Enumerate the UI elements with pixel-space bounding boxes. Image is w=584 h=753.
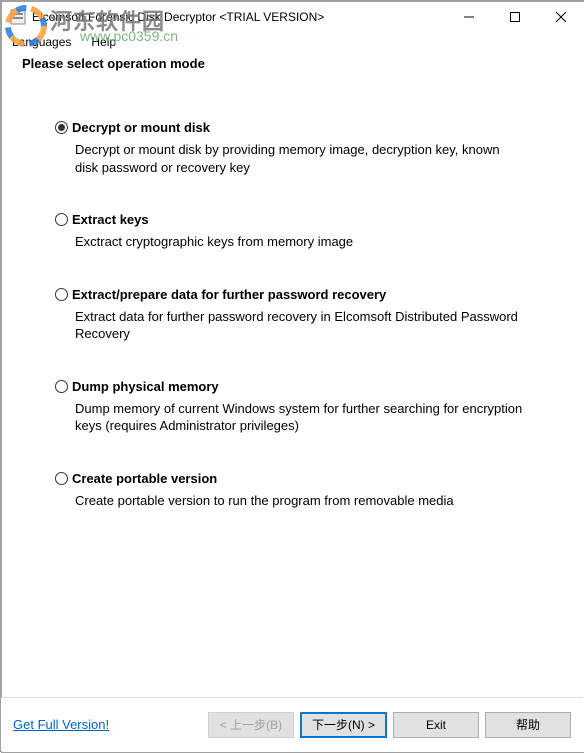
close-icon — [556, 12, 566, 22]
radio-icon[interactable] — [55, 213, 68, 226]
radio-icon[interactable] — [55, 472, 68, 485]
exit-button[interactable]: Exit — [393, 712, 479, 738]
radio-icon[interactable] — [55, 121, 68, 134]
get-full-version-link[interactable]: Get Full Version! — [13, 717, 109, 732]
next-button[interactable]: 下一步(N) > — [300, 712, 387, 738]
footer: Get Full Version! < 上一步(B) 下一步(N) > Exit… — [1, 697, 583, 751]
window-buttons — [446, 2, 584, 31]
options-panel: Decrypt or mount disk Decrypt or mount d… — [1, 80, 583, 696]
page-title: Please select operation mode — [2, 52, 584, 77]
option-desc: Extract data for further password recove… — [75, 308, 525, 343]
option-extract-keys[interactable]: Extract keys Exctract cryptographic keys… — [55, 212, 547, 251]
option-label: Extract/prepare data for further passwor… — [72, 287, 386, 302]
option-label: Create portable version — [72, 471, 217, 486]
radio-icon[interactable] — [55, 288, 68, 301]
radio-icon[interactable] — [55, 380, 68, 393]
option-desc: Dump memory of current Windows system fo… — [75, 400, 525, 435]
option-desc: Exctract cryptographic keys from memory … — [75, 233, 525, 251]
titlebar: Elcomsoft Forensic Disk Decryptor <TRIAL… — [2, 2, 584, 32]
menubar: Languages Help — [2, 32, 584, 52]
minimize-icon — [464, 12, 474, 22]
option-desc: Decrypt or mount disk by providing memor… — [75, 141, 525, 176]
help-button[interactable]: 帮助 — [485, 712, 571, 738]
option-desc: Create portable version to run the progr… — [75, 492, 525, 510]
minimize-button[interactable] — [446, 2, 492, 31]
option-extract-prepare[interactable]: Extract/prepare data for further passwor… — [55, 287, 547, 343]
maximize-button[interactable] — [492, 2, 538, 31]
menu-help[interactable]: Help — [87, 34, 120, 50]
option-dump-memory[interactable]: Dump physical memory Dump memory of curr… — [55, 379, 547, 435]
option-label: Dump physical memory — [72, 379, 219, 394]
back-button: < 上一步(B) — [208, 712, 294, 738]
option-label: Decrypt or mount disk — [72, 120, 210, 135]
option-label: Extract keys — [72, 212, 149, 227]
option-decrypt-mount[interactable]: Decrypt or mount disk Decrypt or mount d… — [55, 120, 547, 176]
option-portable[interactable]: Create portable version Create portable … — [55, 471, 547, 510]
close-button[interactable] — [538, 2, 584, 31]
window-title: Elcomsoft Forensic Disk Decryptor <TRIAL… — [32, 10, 446, 24]
menu-languages[interactable]: Languages — [8, 34, 75, 50]
app-icon — [10, 9, 26, 25]
maximize-icon — [510, 12, 520, 22]
